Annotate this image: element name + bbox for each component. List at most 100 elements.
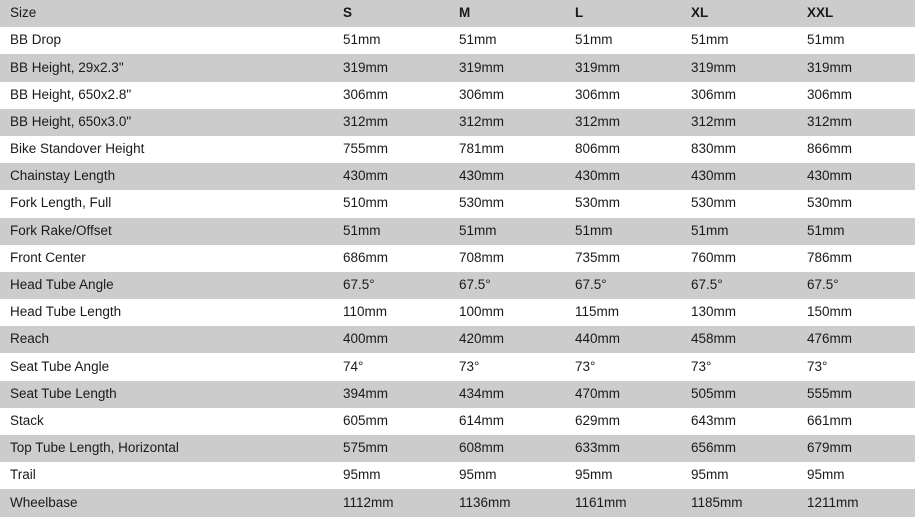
cell-l: 530mm (565, 190, 681, 218)
table-row: Head Tube Length 110mm 100mm 115mm 130mm 150m… (0, 299, 915, 327)
table-row: Fork Rake/Offset 51mm 51mm 51mm 51mm 51mm (0, 217, 915, 245)
cell-l: 67.5° (565, 271, 681, 300)
cell-l: 306mm (565, 81, 681, 109)
table-row: Seat Tube Angle 74° 73° 73° 73° 73° (0, 353, 915, 381)
row-label: Head Tube Length (0, 299, 333, 327)
cell-s: 575mm (333, 435, 449, 463)
cell-xl: 643mm (681, 407, 797, 435)
cell-m: 67.5° (449, 271, 565, 300)
cell-l: 735mm (565, 244, 681, 272)
row-label: BB Drop (0, 27, 333, 55)
cell-m: 420mm (449, 326, 565, 354)
table-row: Head Tube Angle 67.5° 67.5° 67.5° 67.5° 67.5° (0, 271, 915, 300)
cell-xxl: 306mm (797, 81, 915, 109)
cell-xl: 130mm (681, 299, 797, 327)
cell-m: 100mm (449, 299, 565, 327)
cell-s: 394mm (333, 380, 449, 408)
cell-xl: 306mm (681, 81, 797, 109)
row-label: Chainstay Length (0, 163, 333, 191)
cell-m: 434mm (449, 380, 565, 408)
table-row: Wheelbase 1112mm 1136mm 1161mm 1185mm 1211mm (0, 489, 915, 517)
table-row: BB Height, 650x3.0" 312mm 312mm 312mm 312mm 3… (0, 108, 915, 136)
cell-s: 686mm (333, 244, 449, 272)
cell-l: 51mm (565, 217, 681, 245)
cell-s: 306mm (333, 81, 449, 109)
table-row: Bike Standover Height 755mm 781mm 806mm 830m… (0, 135, 915, 164)
cell-xxl: 95mm (797, 462, 915, 490)
cell-xxl: 679mm (797, 435, 915, 463)
cell-s: 400mm (333, 326, 449, 354)
table-body: BB Drop 51mm 51mm 51mm 51mm 51mm BB Height, 29… (0, 27, 915, 517)
cell-s: 1112mm (333, 489, 449, 517)
column-header-l: L (565, 0, 681, 28)
column-header-m: M (449, 0, 565, 28)
cell-xxl: 786mm (797, 244, 915, 272)
column-header-size: Size (0, 0, 333, 28)
cell-s: 67.5° (333, 271, 449, 300)
cell-xl: 530mm (681, 190, 797, 218)
cell-xxl: 73° (797, 353, 915, 381)
table-row: Seat Tube Length 394mm 434mm 470mm 505mm 555m… (0, 380, 915, 408)
cell-l: 430mm (565, 163, 681, 191)
row-label: Trail (0, 462, 333, 490)
cell-xl: 312mm (681, 108, 797, 136)
row-label: Bike Standover Height (0, 135, 333, 164)
row-label: Fork Rake/Offset (0, 217, 333, 245)
bike-geometry-table: Size S M L XL XXL BB Drop 51mm 51mm 51mm 51m… (0, 0, 915, 517)
cell-l: 319mm (565, 54, 681, 82)
cell-l: 95mm (565, 462, 681, 490)
header-row: Size S M L XL XXL (0, 0, 915, 28)
cell-l: 73° (565, 353, 681, 381)
cell-m: 73° (449, 353, 565, 381)
cell-m: 306mm (449, 81, 565, 109)
table-row: BB Height, 650x2.8" 306mm 306mm 306mm 306mm 3… (0, 81, 915, 109)
cell-xxl: 430mm (797, 163, 915, 191)
cell-m: 95mm (449, 462, 565, 490)
column-header-s: S (333, 0, 449, 28)
cell-xl: 830mm (681, 135, 797, 164)
cell-xl: 319mm (681, 54, 797, 82)
row-label: Seat Tube Angle (0, 353, 333, 381)
cell-s: 510mm (333, 190, 449, 218)
cell-l: 312mm (565, 108, 681, 136)
row-label: BB Height, 29x2.3" (0, 54, 333, 82)
cell-xxl: 866mm (797, 135, 915, 164)
cell-m: 608mm (449, 435, 565, 463)
cell-m: 430mm (449, 163, 565, 191)
cell-s: 755mm (333, 135, 449, 164)
cell-xxl: 67.5° (797, 271, 915, 300)
cell-xl: 656mm (681, 435, 797, 463)
row-label: Head Tube Angle (0, 271, 333, 300)
cell-l: 806mm (565, 135, 681, 164)
cell-m: 614mm (449, 407, 565, 435)
cell-xxl: 1211mm (797, 489, 915, 517)
cell-xxl: 312mm (797, 108, 915, 136)
cell-m: 319mm (449, 54, 565, 82)
cell-l: 633mm (565, 435, 681, 463)
cell-xxl: 661mm (797, 407, 915, 435)
table-row: BB Height, 29x2.3" 319mm 319mm 319mm 319mm 31… (0, 54, 915, 82)
cell-l: 51mm (565, 27, 681, 55)
cell-xl: 51mm (681, 217, 797, 245)
table-header: Size S M L XL XXL (0, 0, 915, 28)
cell-xxl: 476mm (797, 326, 915, 354)
table-row: Trail 95mm 95mm 95mm 95mm 95mm (0, 462, 915, 490)
row-label: Seat Tube Length (0, 380, 333, 408)
cell-xl: 458mm (681, 326, 797, 354)
cell-m: 312mm (449, 108, 565, 136)
row-label: Front Center (0, 244, 333, 272)
row-label: Top Tube Length, Horizontal (0, 435, 333, 463)
cell-s: 430mm (333, 163, 449, 191)
table-row: Reach 400mm 420mm 440mm 458mm 476mm (0, 326, 915, 354)
cell-s: 51mm (333, 217, 449, 245)
row-label: Reach (0, 326, 333, 354)
cell-s: 312mm (333, 108, 449, 136)
cell-l: 115mm (565, 299, 681, 327)
row-label: Fork Length, Full (0, 190, 333, 218)
column-header-xl: XL (681, 0, 797, 28)
row-label: BB Height, 650x2.8" (0, 81, 333, 109)
cell-xxl: 150mm (797, 299, 915, 327)
cell-m: 51mm (449, 27, 565, 55)
table-row: Front Center 686mm 708mm 735mm 760mm 786mm (0, 244, 915, 272)
cell-m: 708mm (449, 244, 565, 272)
